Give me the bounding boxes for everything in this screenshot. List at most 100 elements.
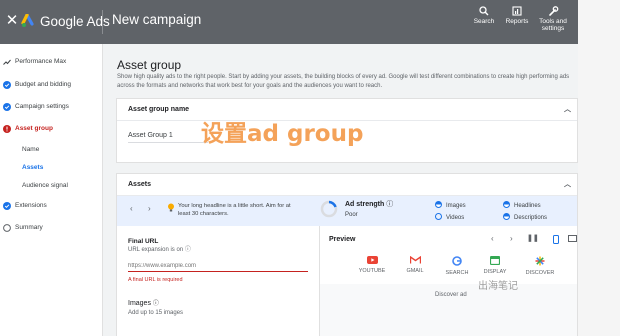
annotation-overlay: 设置ad group (201, 121, 364, 147)
checklist-label: Videos (446, 215, 465, 221)
assets-card: Assets ︿ ‹ › Your long headline is a lit… (116, 173, 578, 336)
youtube-icon (366, 256, 378, 264)
sidebar-item-label: Performance Max (15, 58, 67, 65)
checklist-label: Descriptions (514, 215, 548, 221)
sidebar-item-extensions[interactable]: Extensions (0, 199, 103, 213)
asset-group-name-field[interactable]: Asset Group 1 (128, 131, 173, 140)
assets-header[interactable]: Assets ︿ (117, 174, 577, 196)
right-margin (578, 0, 620, 336)
error-icon (3, 125, 11, 133)
asset-group-name-header[interactable]: Asset group name ︿ (117, 99, 577, 121)
chevron-up-icon[interactable]: ︿ (564, 99, 571, 121)
page-title: New campaign (112, 12, 202, 27)
check-circle-icon (3, 81, 11, 89)
empty-circle-icon (3, 224, 11, 232)
sidebar-item-campaign-settings[interactable]: Campaign settings (0, 100, 103, 114)
asset-group-name-card: Asset group name ︿ Asset Group 1 设置ad gr… (116, 98, 578, 163)
chevron-left-icon[interactable]: ‹ (491, 234, 494, 244)
pause-icon[interactable]: ❚❚ (527, 234, 539, 244)
help-icon[interactable]: ⓘ (153, 301, 159, 307)
sidebar-item-performance-max[interactable]: Performance Max (0, 55, 103, 69)
check-circle-icon (3, 202, 11, 210)
chevron-up-icon[interactable]: ︿ (564, 174, 571, 196)
sidebar-item-label: Asset group (15, 125, 53, 132)
url-expansion-text: URL expansion is on (128, 247, 184, 253)
channel-label: YOUTUBE (358, 268, 386, 274)
reports-icon (512, 6, 522, 16)
channel-search[interactable]: SEARCH (440, 256, 474, 277)
check-circle-icon (3, 103, 11, 111)
checklist-videos: Videos (435, 213, 464, 222)
final-url-input[interactable] (128, 260, 308, 272)
channel-gmail[interactable]: GMAIL (398, 256, 432, 275)
search-label: Search (473, 18, 495, 25)
tools-settings-button[interactable]: Tools and settings (536, 6, 570, 32)
sidebar-item-budget-bidding[interactable]: Budget and bidding (0, 78, 103, 92)
channel-label: GMAIL (406, 268, 424, 274)
channel-youtube[interactable]: YOUTUBE (355, 256, 389, 275)
ad-strength-value: Poor (345, 212, 358, 218)
preview-label: Preview (329, 236, 356, 243)
chevron-right-icon[interactable]: › (510, 234, 513, 244)
ad-strength-ring-icon (320, 200, 338, 218)
reports-label: Reports (505, 18, 529, 25)
checklist-label: Images (446, 203, 466, 209)
google-ads-logo-icon (21, 14, 34, 27)
card-header-label: Assets (128, 181, 151, 188)
section-description: Show high quality ads to the right peopl… (117, 74, 570, 89)
sidebar-subitem-name[interactable]: Name (22, 144, 39, 156)
top-app-bar: ✕ Google Ads New campaign Search Reports… (0, 0, 578, 44)
preview-caption: Discover ad (435, 292, 467, 298)
reports-button[interactable]: Reports (503, 6, 531, 25)
ad-strength-text: Ad strength (345, 201, 385, 208)
trend-icon (3, 59, 11, 65)
sidebar-item-label: Extensions (15, 202, 47, 209)
chevron-right-icon[interactable]: › (148, 204, 151, 214)
help-icon[interactable]: ⓘ (386, 201, 393, 208)
channel-label: DISPLAY (483, 269, 507, 275)
channel-label: DISCOVER (525, 270, 555, 276)
ad-strength-bar: ‹ › Your long headline is a little short… (117, 196, 577, 226)
watermark: 出海笔记 (478, 279, 558, 295)
sidebar-item-label: Summary (15, 224, 43, 231)
progress-dot-icon (503, 213, 510, 220)
progress-dot-icon (435, 213, 442, 220)
progress-dot-icon (435, 201, 442, 208)
checklist-descriptions: Descriptions (503, 213, 547, 222)
wrench-icon (548, 6, 558, 16)
sidebar-subitem-audience-signal[interactable]: Audience signal (22, 180, 68, 192)
search-button[interactable]: Search (470, 6, 498, 25)
checklist-images: Images (435, 201, 466, 210)
images-label: Images ⓘ (128, 299, 159, 309)
google-g-icon (452, 256, 462, 266)
section-title: Asset group (117, 58, 182, 72)
channel-discover[interactable]: DISCOVER (523, 256, 557, 277)
desktop-icon[interactable] (568, 235, 577, 244)
header-divider (102, 10, 103, 34)
url-expansion-status: URL expansion is on ⓘ (128, 246, 191, 254)
lightbulb-icon (168, 203, 174, 212)
discover-icon (535, 256, 545, 266)
progress-dot-icon (503, 201, 510, 208)
sidebar-subitem-assets[interactable]: Assets (22, 162, 43, 174)
checklist-label: Headlines (514, 203, 541, 209)
help-icon[interactable]: ⓘ (185, 247, 191, 253)
display-icon (490, 256, 500, 265)
final-url-label: Final URL (128, 238, 159, 245)
search-icon (479, 6, 489, 16)
sidebar-item-label: Campaign settings (15, 103, 69, 110)
checklist-headlines: Headlines (503, 201, 541, 210)
mobile-icon[interactable] (553, 235, 559, 244)
field-underline (128, 142, 208, 143)
tip-text: Your long headline is a little short. Ai… (178, 203, 291, 217)
ad-strength-label: Ad strength ⓘ (345, 200, 393, 209)
gmail-icon (409, 256, 421, 264)
tools-settings-label: Tools and settings (539, 18, 567, 32)
campaign-steps-sidebar: Performance Max Budget and bidding Campa… (0, 44, 103, 336)
sidebar-item-summary[interactable]: Summary (0, 221, 103, 235)
chevron-left-icon[interactable]: ‹ (130, 204, 133, 214)
channel-display[interactable]: DISPLAY (478, 256, 512, 276)
sidebar-item-asset-group[interactable]: Asset group (0, 122, 103, 136)
url-error-message: A final URL is required (128, 277, 183, 283)
close-icon[interactable]: ✕ (4, 12, 20, 30)
